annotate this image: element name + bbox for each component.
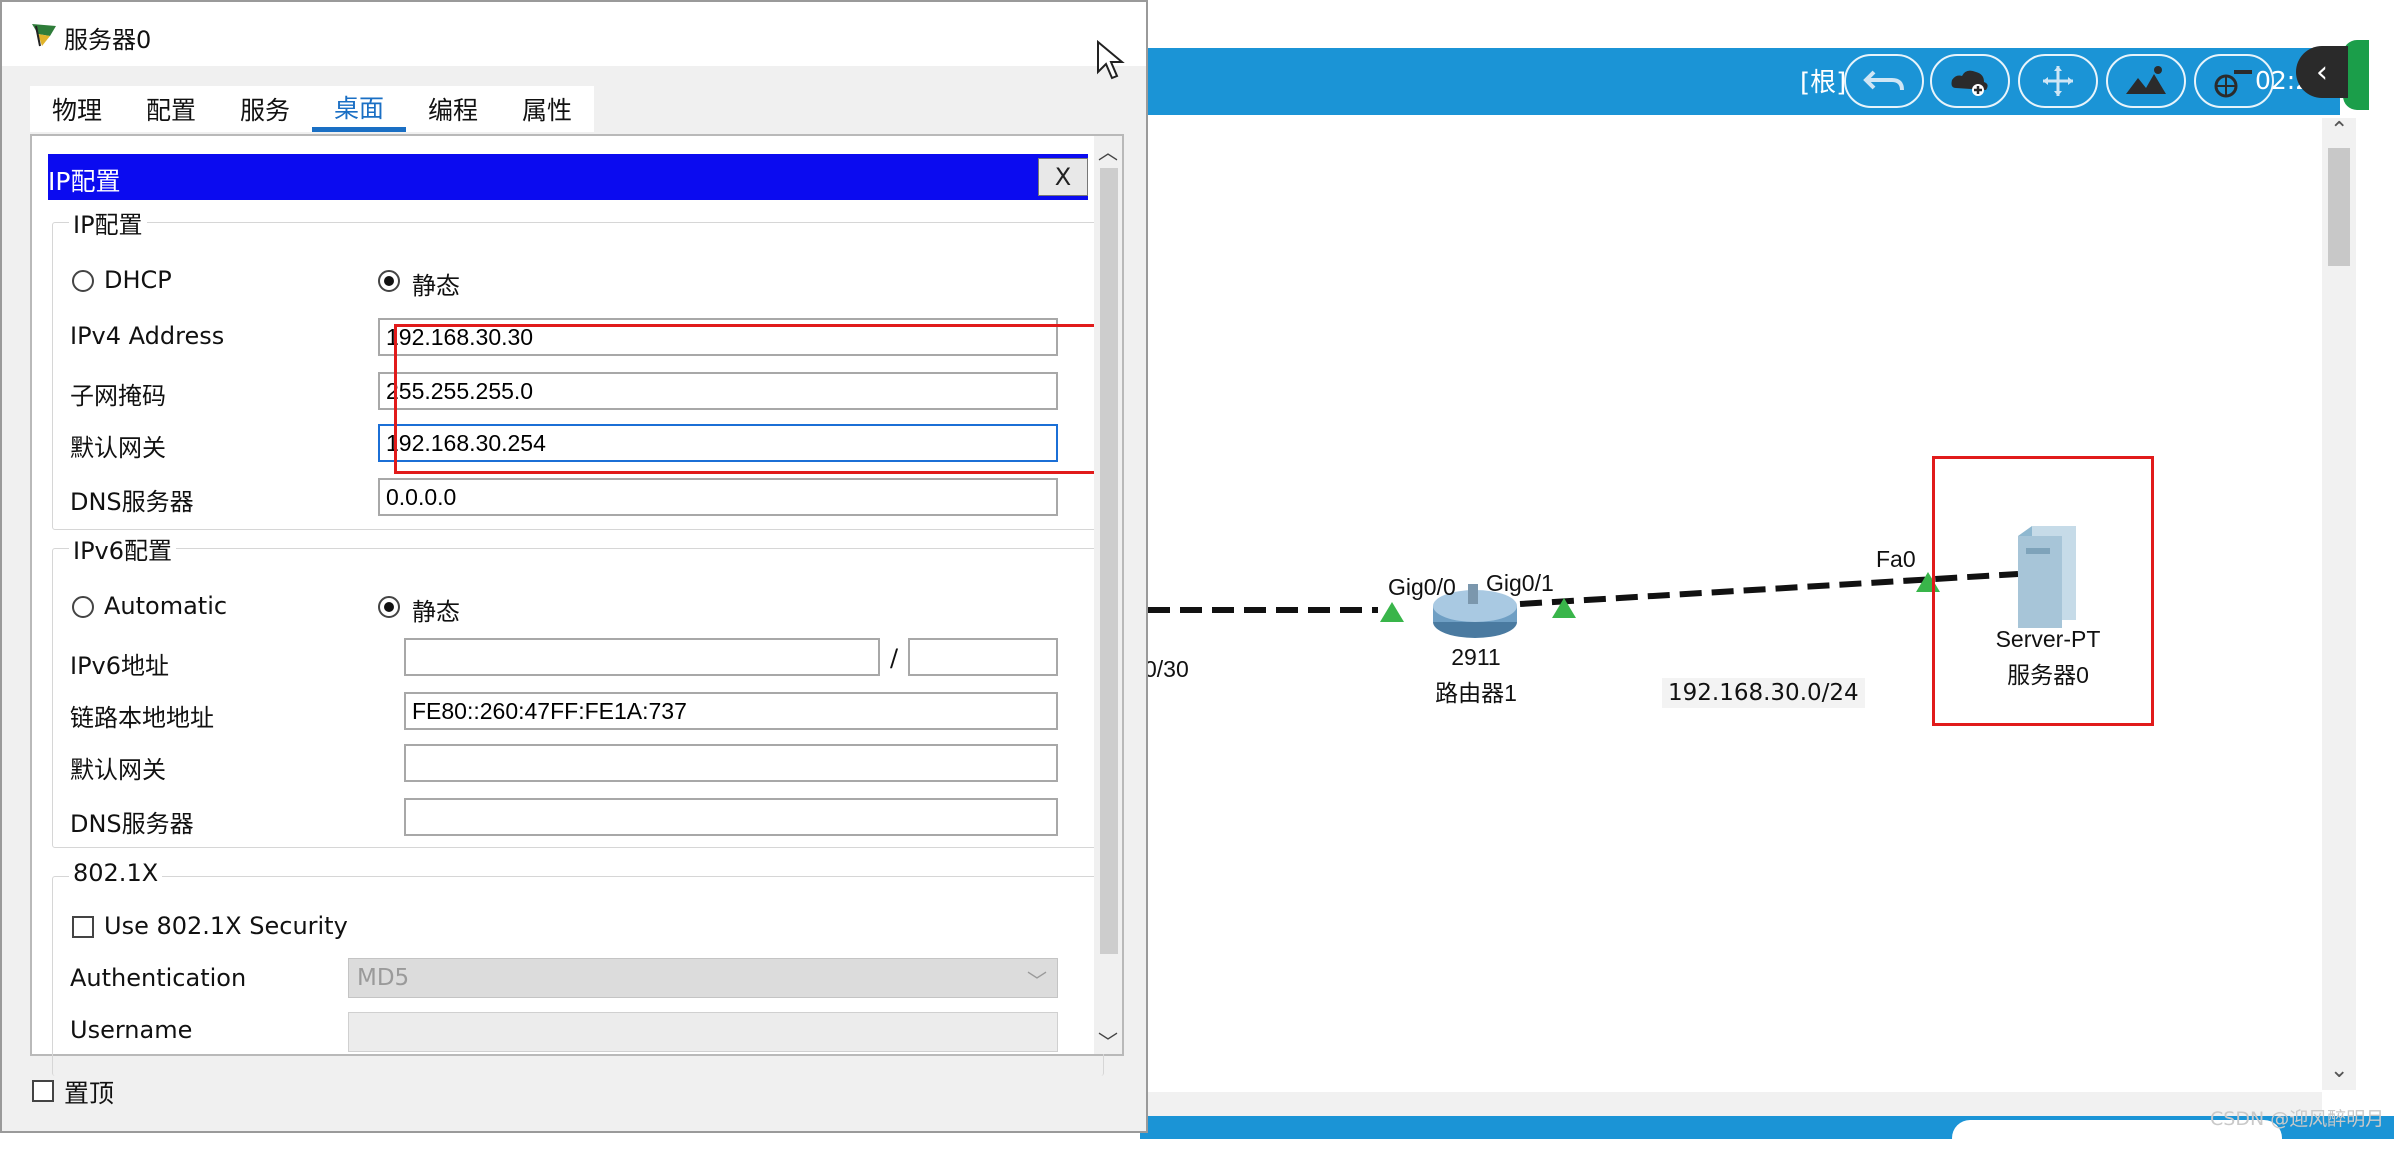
ipv4-group-title: IP配置 — [69, 205, 147, 240]
authentication-select[interactable]: MD5 ﹀ — [348, 958, 1058, 998]
username-input[interactable] — [348, 1012, 1058, 1052]
ipv6-prefix-input[interactable] — [908, 638, 1058, 676]
ipv6-dns-label: DNS服务器 — [70, 810, 194, 838]
app-icon — [32, 24, 56, 47]
link-light-gig00 — [1380, 602, 1404, 622]
ipv6-auto-radio[interactable] — [72, 596, 94, 618]
ipv6-auto-label: Automatic — [104, 592, 228, 620]
port-label-gig00: Gig0/0 — [1388, 574, 1456, 600]
ipv4-static-label: 静态 — [412, 272, 460, 300]
close-button[interactable]: X — [1038, 158, 1088, 196]
default-gateway-label: 默认网关 — [70, 434, 166, 462]
chevron-down-icon: ﹀ — [1027, 969, 1047, 993]
server-highlight-box — [1932, 456, 2154, 726]
chevron-down-icon[interactable]: ⌄ — [2330, 1058, 2348, 1083]
router-name-label: 路由器1 — [1435, 680, 1517, 706]
tab-programming[interactable]: 编程 — [406, 86, 500, 132]
dns-server-input[interactable] — [378, 478, 1058, 516]
ipv6-static-radio[interactable] — [378, 596, 400, 618]
ip-config-header: IP配置 X — [48, 154, 1088, 200]
ipv4-address-label: IPv4 Address — [70, 322, 225, 350]
subnet-label: 192.168.30.0/24 — [1662, 678, 1865, 708]
ipv6-gateway-input[interactable] — [404, 744, 1058, 782]
chevron-down-icon[interactable]: ﹀ — [1098, 1026, 1118, 1055]
dialog-scroll-thumb[interactable] — [1100, 168, 1118, 954]
username-label: Username — [70, 1016, 193, 1044]
use-8021x-checkbox[interactable] — [72, 916, 94, 938]
mouse-cursor-icon — [1097, 40, 1125, 80]
authentication-label: Authentication — [70, 964, 247, 992]
port-label-gig01: Gig0/1 — [1486, 570, 1554, 596]
window-title: 服务器0 — [64, 26, 152, 54]
ipv6-address-input[interactable] — [404, 638, 880, 676]
chevron-up-icon[interactable]: ⌃ — [2330, 118, 2348, 143]
dhcp-label: DHCP — [104, 266, 172, 294]
tab-desktop[interactable]: 桌面 — [312, 86, 406, 132]
dhcp-radio[interactable] — [72, 270, 94, 292]
server-dialog: 服务器0 物理 配置 服务 桌面 编程 属性 IP配置 X IP配置 DHCP … — [0, 0, 1148, 1133]
desktop-content: IP配置 X IP配置 DHCP 静态 IPv4 Address 子网掩码 默认… — [30, 134, 1124, 1076]
use-8021x-label: Use 802.1X Security — [104, 912, 348, 940]
tab-config[interactable]: 配置 — [124, 86, 218, 132]
tab-services[interactable]: 服务 — [218, 86, 312, 132]
authentication-value: MD5 — [357, 965, 410, 991]
workspace-scroll-thumb[interactable] — [2328, 148, 2350, 266]
workspace-horizontal-scrollbar[interactable] — [1142, 1092, 2322, 1116]
link-local-label: 链路本地地址 — [70, 704, 214, 732]
ip-highlight-box — [394, 324, 1099, 474]
dialog-titlebar[interactable]: 服务器0 — [2, 2, 1146, 66]
workspace-vertical-scrollbar[interactable]: ⌃ ⌄ — [2322, 118, 2356, 1090]
pin-on-top-checkbox[interactable] — [32, 1080, 54, 1102]
prefix-separator: / — [890, 644, 899, 672]
dns-server-label: DNS服务器 — [70, 488, 194, 516]
dialog-vertical-scrollbar[interactable]: ︿ ﹀ — [1094, 136, 1122, 1054]
ipv6-group-title: IPv6配置 — [69, 531, 177, 566]
bottom-bar — [1140, 1116, 2394, 1156]
ipv6-gateway-label: 默认网关 — [70, 756, 166, 784]
chevron-up-icon[interactable]: ︿ — [1098, 136, 1118, 165]
tab-physical[interactable]: 物理 — [30, 86, 124, 132]
port-label-fa0: Fa0 — [1876, 546, 1916, 572]
ipv6-address-label: IPv6地址 — [70, 652, 170, 680]
router-model-label: 2911 — [1451, 644, 1501, 670]
tab-attributes[interactable]: 属性 — [500, 86, 594, 132]
left-subnet-label: 0/30 — [1144, 656, 1189, 682]
watermark: CSDN @迎风醉明月 — [2210, 1108, 2385, 1130]
dot1x-group-title: 802.1X — [69, 859, 163, 887]
ip-config-title: IP配置 — [48, 167, 121, 196]
pin-on-top-label: 置顶 — [64, 1079, 115, 1108]
link-local-input[interactable] — [404, 692, 1058, 730]
subnet-mask-label: 子网掩码 — [70, 382, 166, 410]
ipv4-static-radio[interactable] — [378, 270, 400, 292]
ipv6-dns-input[interactable] — [404, 798, 1058, 836]
ipv6-static-label: 静态 — [412, 598, 460, 626]
